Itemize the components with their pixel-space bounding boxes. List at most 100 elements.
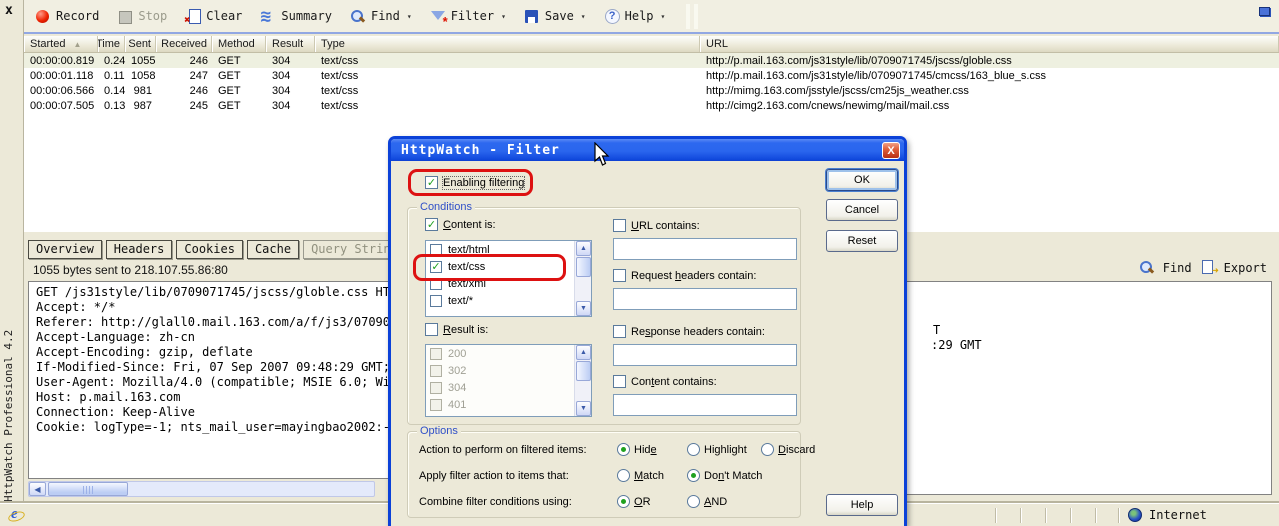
list-item[interactable]: ✓200	[426, 345, 591, 362]
horizontal-scrollbar[interactable]: ◀	[28, 481, 375, 497]
column-header-url[interactable]: URL	[700, 36, 1279, 52]
scroll-thumb[interactable]	[576, 257, 591, 277]
column-header-method[interactable]: Method	[212, 36, 266, 52]
dropdown-arrow-icon[interactable]: ▾	[407, 12, 412, 21]
scroll-up-arrow[interactable]: ▲	[576, 345, 591, 360]
tab-cache[interactable]: Cache	[247, 240, 299, 259]
tab-cookies[interactable]: Cookies	[176, 240, 243, 259]
checkbox-unchecked-icon[interactable]: ✓	[430, 244, 442, 256]
scroll-down-arrow[interactable]: ▼	[576, 401, 591, 416]
reset-button[interactable]: Reset	[826, 230, 898, 252]
toolbar-record-button[interactable]: Record	[30, 3, 104, 29]
statusbar-divider	[1095, 508, 1096, 523]
toolbar-filter-button[interactable]: Filter▾	[425, 3, 511, 29]
radio-discard[interactable]: Discard	[761, 443, 815, 456]
cont-input[interactable]	[613, 394, 797, 416]
radio-don-t-match[interactable]: Don't Match	[687, 469, 762, 482]
toolbar-save-button[interactable]: Save▾	[519, 3, 591, 29]
list-item[interactable]: ✓text/xml	[426, 275, 591, 292]
content-is-checkbox[interactable]: ✓Content is:	[425, 218, 496, 231]
result-code-list[interactable]: ✓200✓302✓304✓401 ▲ ▼	[425, 344, 592, 417]
scroll-down-arrow[interactable]: ▼	[576, 301, 591, 316]
column-header-type[interactable]: Type	[315, 36, 700, 52]
column-header-sent[interactable]: Sent	[125, 36, 156, 52]
scroll-up-arrow[interactable]: ▲	[576, 241, 591, 256]
list-item[interactable]: ✓text/*	[426, 292, 591, 309]
radio-or[interactable]: OR	[617, 495, 651, 508]
toolbar-find-button[interactable]: Find▾	[345, 3, 417, 29]
url-input[interactable]	[613, 238, 797, 260]
checkbox-unchecked-icon[interactable]: ✓	[430, 365, 442, 377]
column-header-time[interactable]: Time	[98, 36, 125, 52]
radio-highlight[interactable]: Highlight	[687, 443, 747, 456]
cancel-button[interactable]: Cancel	[826, 199, 898, 221]
table-row[interactable]: 00:00:06.5660.140981246GET304text/csshtt…	[24, 83, 1279, 98]
radio-unselected-icon[interactable]	[617, 469, 630, 482]
scroll-left-arrow[interactable]: ◀	[29, 482, 46, 496]
radio-selected-icon[interactable]	[617, 495, 630, 508]
help-button[interactable]: Help	[826, 494, 898, 516]
radio-selected-icon[interactable]	[617, 443, 630, 456]
checkbox-unchecked-icon[interactable]: ✓	[613, 325, 626, 338]
radio-label: Highlight	[704, 444, 747, 456]
checkbox-unchecked-icon[interactable]: ✓	[425, 323, 438, 336]
checkbox-unchecked-icon[interactable]: ✓	[613, 375, 626, 388]
column-header-received[interactable]: Received	[156, 36, 212, 52]
checkbox-unchecked-icon[interactable]: ✓	[430, 278, 442, 290]
dropdown-arrow-icon[interactable]: ▾	[661, 12, 666, 21]
radio-unselected-icon[interactable]	[761, 443, 774, 456]
content-type-list[interactable]: ✓text/html✓text/css✓text/xml✓text/* ▲ ▼	[425, 240, 592, 317]
list-item[interactable]: ✓text/css	[426, 258, 591, 275]
tab-headers[interactable]: Headers	[106, 240, 173, 259]
list-item[interactable]: ✓401	[426, 396, 591, 413]
table-row[interactable]: 00:00:01.1180.1151058247GET304text/cssht…	[24, 68, 1279, 83]
tab-overview[interactable]: Overview	[28, 240, 102, 259]
checkbox-unchecked-icon[interactable]: ✓	[613, 269, 626, 282]
toolbar-clear-button[interactable]: Clear	[180, 3, 247, 29]
checkbox-unchecked-icon[interactable]: ✓	[613, 219, 626, 232]
radio-hide[interactable]: Hide	[617, 443, 657, 456]
checkbox-unchecked-icon[interactable]: ✓	[430, 295, 442, 307]
column-header-started[interactable]: Started▲	[24, 36, 98, 52]
scroll-thumb[interactable]	[576, 361, 591, 381]
result-is-checkbox[interactable]: ✓Result is:	[425, 323, 488, 336]
radio-selected-icon[interactable]	[687, 469, 700, 482]
export-button[interactable]: Export	[1224, 261, 1267, 275]
resh-input[interactable]	[613, 344, 797, 366]
panel-close-icon[interactable]: x	[5, 3, 13, 18]
radio-unselected-icon[interactable]	[687, 443, 700, 456]
dialog-close-button[interactable]: X	[882, 142, 900, 159]
radio-and[interactable]: AND	[687, 495, 727, 508]
reqh-contains-checkbox[interactable]: ✓Request headers contain:	[613, 269, 756, 282]
checkbox-unchecked-icon[interactable]: ✓	[430, 348, 442, 360]
dropdown-arrow-icon[interactable]: ▾	[581, 12, 586, 21]
dropdown-arrow-icon[interactable]: ▾	[501, 12, 506, 21]
list-item[interactable]: ✓text/html	[426, 241, 591, 258]
table-row[interactable]: 00:00:00.8190.2481055246GET304text/cssht…	[24, 53, 1279, 68]
list-scrollbar[interactable]: ▲ ▼	[574, 345, 591, 416]
radio-match[interactable]: Match	[617, 469, 664, 482]
scroll-thumb[interactable]	[48, 482, 128, 496]
column-header-result[interactable]: Result	[266, 36, 315, 52]
checkbox-checked-icon[interactable]: ✓	[425, 176, 438, 189]
list-item[interactable]: ✓302	[426, 362, 591, 379]
cascade-windows-icon[interactable]	[1259, 7, 1271, 17]
checkbox-unchecked-icon[interactable]: ✓	[430, 382, 442, 394]
enabling-filtering-checkbox[interactable]: ✓ Enabling filtering	[425, 176, 524, 189]
dialog-title-bar[interactable]: HttpWatch - Filter X	[391, 139, 904, 161]
checkbox-unchecked-icon[interactable]: ✓	[430, 399, 442, 411]
radio-unselected-icon[interactable]	[687, 495, 700, 508]
list-item[interactable]: ✓304	[426, 379, 591, 396]
cont-contains-checkbox[interactable]: ✓Content contains:	[613, 375, 717, 388]
toolbar-help-button[interactable]: Help▾	[599, 3, 671, 29]
url-contains-checkbox[interactable]: ✓URL contains:	[613, 219, 700, 232]
ok-button[interactable]: OK	[826, 169, 898, 191]
table-row[interactable]: 00:00:07.5050.130987245GET304text/csshtt…	[24, 98, 1279, 113]
checkbox-checked-icon[interactable]: ✓	[425, 218, 438, 231]
reqh-input[interactable]	[613, 288, 797, 310]
find-button[interactable]: Find	[1163, 261, 1192, 275]
checkbox-checked-icon[interactable]: ✓	[430, 261, 442, 273]
list-scrollbar[interactable]: ▲ ▼	[574, 241, 591, 316]
toolbar-summary-button[interactable]: Summary	[255, 3, 337, 29]
resh-contains-checkbox[interactable]: ✓Response headers contain:	[613, 325, 765, 338]
